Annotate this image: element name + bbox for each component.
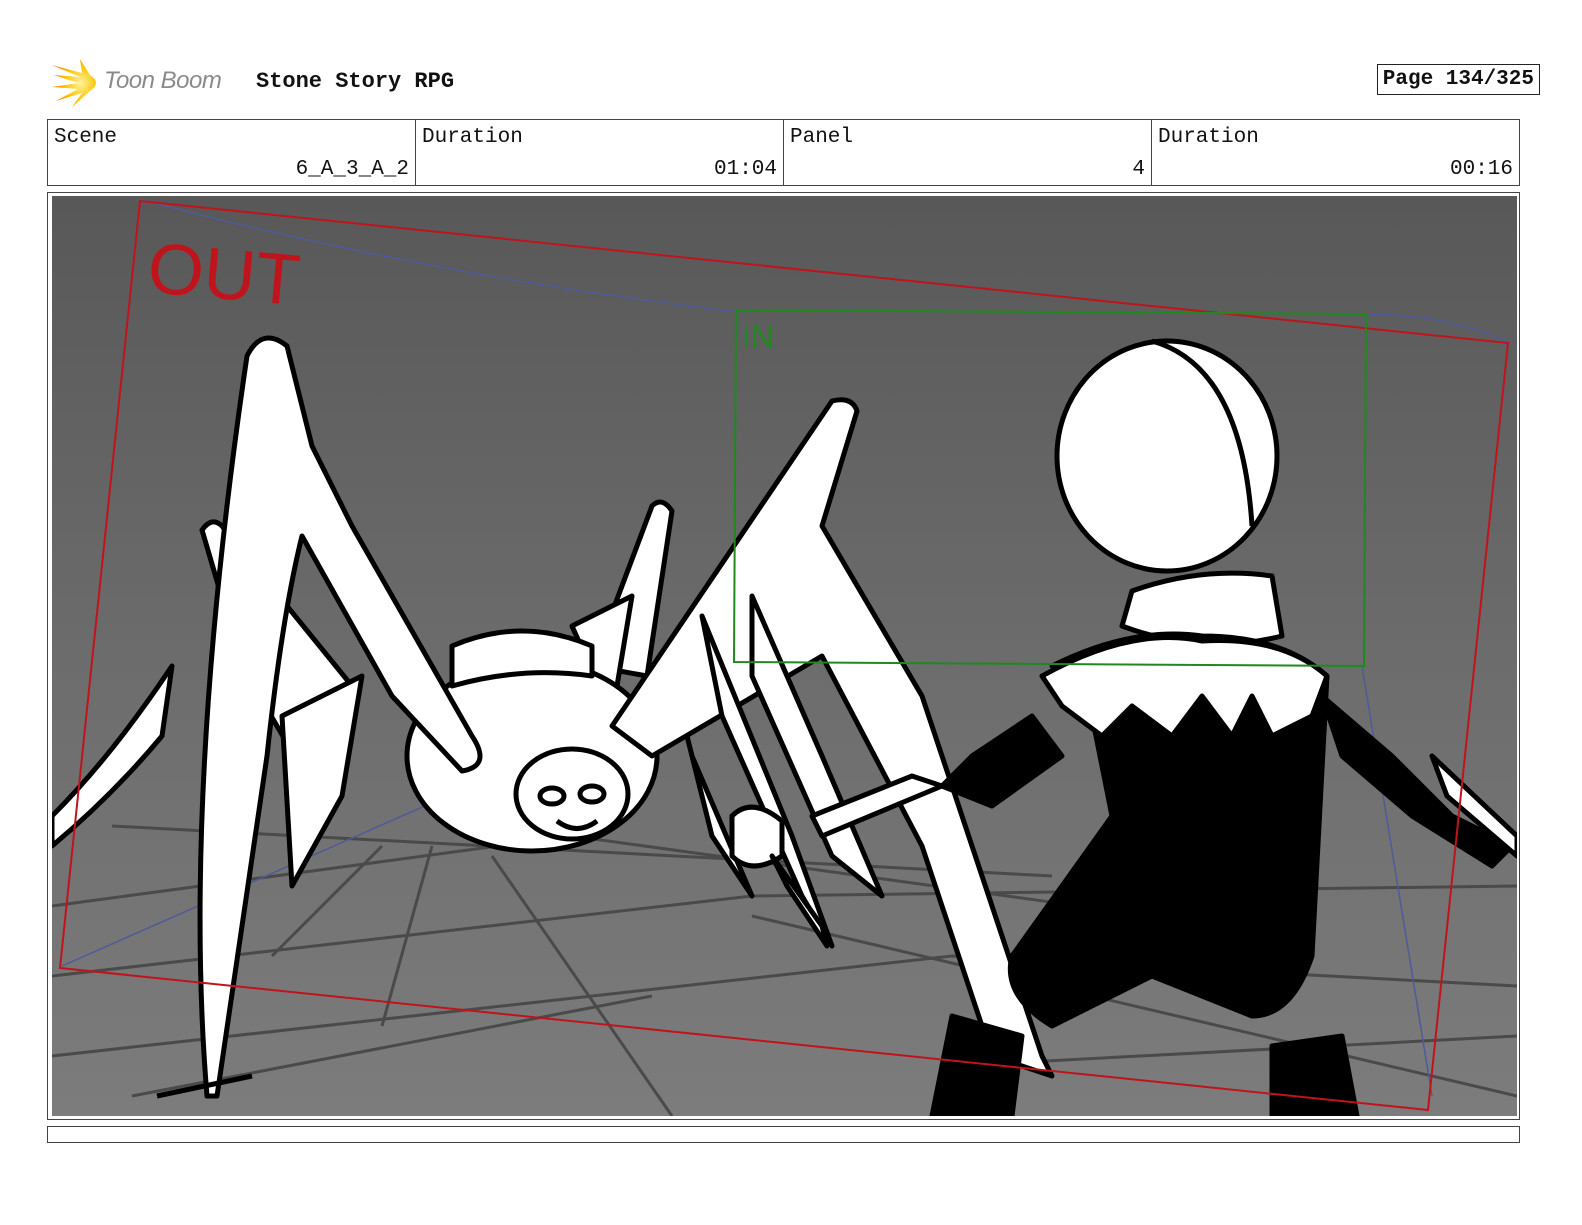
panel-label: Panel (790, 126, 854, 149)
project-title: Stone Story RPG (256, 69, 455, 94)
scene-duration-cell: Duration 01:04 (416, 120, 784, 185)
storyboard-panel-drawing: OUT IN (52, 196, 1517, 1116)
toon-boom-logo: Toon Boom (50, 57, 250, 109)
page-number: Page 134/325 (1376, 64, 1540, 95)
page-header: Toon Boom Stone Story RPG Page 134/325 (50, 55, 1540, 111)
panel-duration-value: 00:16 (1449, 158, 1513, 181)
scene-value: 6_A_3_A_2 (295, 158, 409, 181)
out-label: OUT (145, 228, 303, 321)
starburst-icon (52, 59, 96, 107)
in-label: IN (742, 319, 774, 355)
panel-cell: Panel 4 (784, 120, 1152, 185)
scene-info-table: Scene 6_A_3_A_2 Duration 01:04 Panel 4 D… (47, 119, 1520, 186)
panel-value: 4 (1132, 158, 1145, 181)
scene-duration-label: Duration (422, 126, 523, 149)
panel-duration-label: Duration (1158, 126, 1259, 149)
logo-text: Toon Boom (104, 67, 222, 94)
panel-duration-cell: Duration 00:16 (1152, 120, 1519, 185)
scene-label: Scene (54, 126, 118, 149)
scene-cell: Scene 6_A_3_A_2 (48, 120, 416, 185)
notes-area (47, 1126, 1520, 1143)
scene-duration-value: 01:04 (713, 158, 777, 181)
